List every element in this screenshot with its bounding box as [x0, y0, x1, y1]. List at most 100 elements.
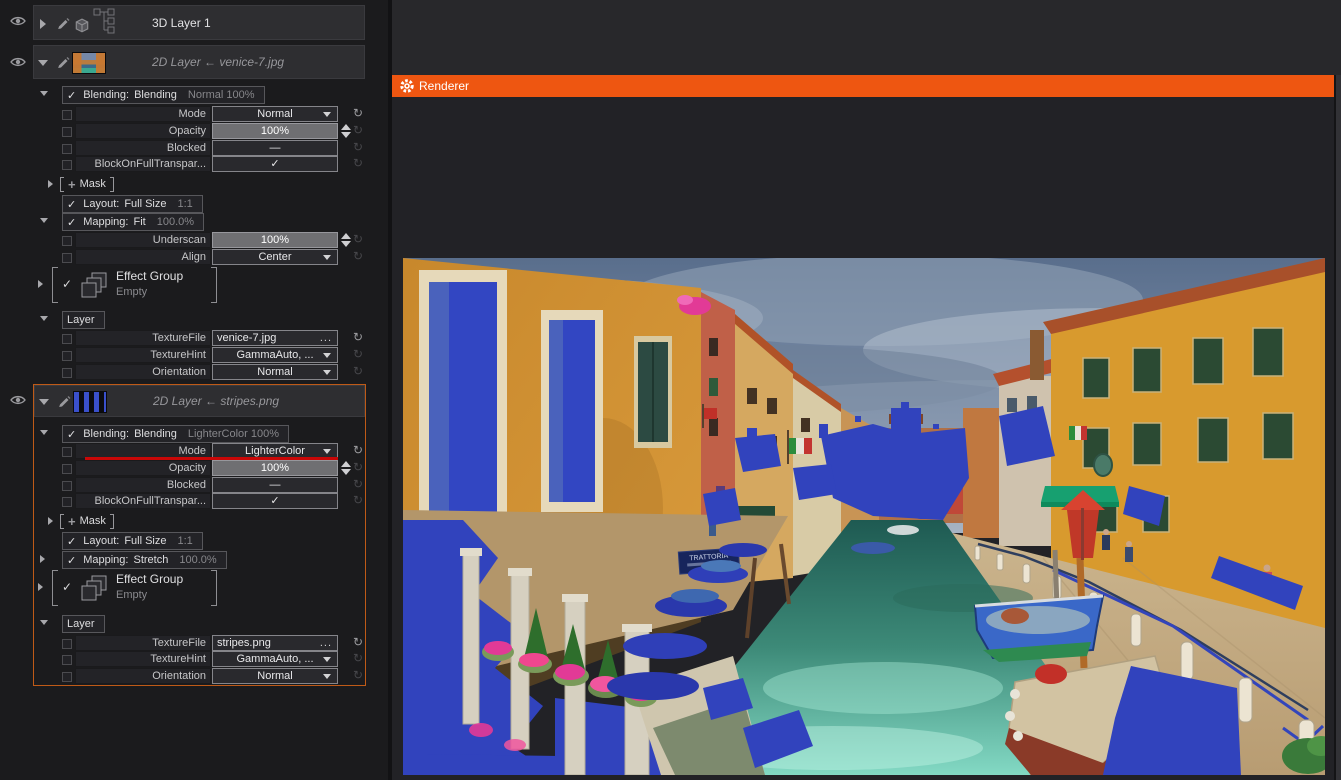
reset-icon[interactable]: ↻	[353, 249, 363, 264]
opacity-input[interactable]: 100%	[212, 460, 338, 476]
value-stepper[interactable]	[341, 461, 351, 475]
chevron-right-icon[interactable]	[40, 555, 45, 563]
blocked-field[interactable]: —	[212, 477, 338, 493]
property-label: BlockOnFullTranspar...	[75, 493, 211, 509]
check-icon[interactable]: ✓	[67, 428, 76, 441]
blending-group-header[interactable]: ✓ Blending: Blending Normal 100%	[62, 86, 265, 104]
layer-section-header[interactable]: Layer	[62, 615, 105, 633]
reset-icon[interactable]: ↻	[353, 477, 363, 492]
animate-checkbox[interactable]	[62, 236, 72, 246]
reset-icon[interactable]: ↻	[353, 443, 363, 458]
layer-header-stripes[interactable]: 2D Layer ← stripes.png	[34, 385, 365, 417]
browse-button[interactable]: ...	[320, 331, 332, 345]
layer-header-3d[interactable]: 3D Layer 1	[33, 5, 365, 40]
reset-icon[interactable]: ↻	[353, 123, 363, 138]
texture-hint-dropdown[interactable]: GammaAuto, ...	[212, 347, 338, 363]
reset-icon[interactable]: ↻	[353, 232, 363, 247]
animate-checkbox[interactable]	[62, 334, 72, 344]
blending-group-header[interactable]: ✓ Blending: Blending LighterColor 100%	[62, 425, 289, 443]
effect-group-block[interactable]: ✓ Effect Group Empty	[52, 267, 217, 303]
mask-row: + Mask	[0, 176, 388, 192]
animate-checkbox[interactable]	[62, 368, 72, 378]
reset-icon[interactable]: ↻	[353, 651, 363, 666]
visibility-eye-icon[interactable]	[10, 15, 26, 27]
align-dropdown[interactable]: Center	[212, 249, 338, 265]
animate-checkbox[interactable]	[62, 144, 72, 154]
chevron-down-icon[interactable]	[40, 430, 48, 435]
animate-checkbox[interactable]	[62, 447, 72, 457]
visibility-eye-icon[interactable]	[10, 394, 26, 406]
layout-group-header[interactable]: ✓ Layout: Full Size 1:1	[62, 532, 203, 550]
check-icon[interactable]: ✓	[67, 198, 76, 211]
check-icon[interactable]: ✓	[67, 89, 76, 102]
check-icon[interactable]: ✓	[67, 554, 76, 567]
block-on-full-checkbox[interactable]: ✓	[212, 156, 338, 172]
layout-group-header[interactable]: ✓ Layout: Full Size 1:1	[62, 195, 203, 213]
reset-icon[interactable]: ↻	[353, 347, 363, 362]
pencil-edit-icon[interactable]	[56, 16, 70, 30]
animate-checkbox[interactable]	[62, 655, 72, 665]
chevron-right-icon[interactable]	[48, 180, 53, 188]
texture-file-input[interactable]: venice-7.jpg...	[212, 330, 338, 346]
pencil-edit-icon[interactable]	[56, 55, 70, 69]
opacity-input[interactable]: 100%	[212, 123, 338, 139]
chevron-right-icon[interactable]	[40, 19, 46, 29]
add-mask-button[interactable]: + Mask	[60, 176, 114, 192]
mode-dropdown[interactable]: Normal	[212, 106, 338, 122]
animate-checkbox[interactable]	[62, 127, 72, 137]
texture-file-input[interactable]: stripes.png...	[212, 635, 338, 651]
add-mask-button[interactable]: + Mask	[60, 513, 114, 529]
layer-header-venice[interactable]: 2D Layer ← venice-7.jpg	[33, 45, 365, 79]
animate-checkbox[interactable]	[62, 253, 72, 263]
value-stepper[interactable]	[341, 233, 351, 247]
visibility-eye-icon[interactable]	[10, 56, 26, 68]
layer-title-venice: 2D Layer ← venice-7.jpg	[152, 55, 284, 69]
layer-section-header[interactable]: Layer	[62, 311, 105, 329]
mapping-group-header[interactable]: ✓ Mapping: Fit 100.0%	[62, 213, 204, 231]
chevron-right-icon[interactable]	[38, 583, 43, 591]
animate-checkbox[interactable]	[62, 160, 72, 170]
check-icon[interactable]: ✓	[62, 580, 72, 594]
mapping-group-header[interactable]: ✓ Mapping: Stretch 100.0%	[62, 551, 227, 569]
blocked-field[interactable]: —	[212, 140, 338, 156]
chevron-down-icon[interactable]	[40, 91, 48, 96]
animate-checkbox[interactable]	[62, 481, 72, 491]
orientation-dropdown[interactable]: Normal	[212, 668, 338, 684]
reset-icon[interactable]: ↻	[353, 330, 363, 345]
chevron-down-icon[interactable]	[40, 218, 48, 223]
texture-hint-dropdown[interactable]: GammaAuto, ...	[212, 651, 338, 667]
block-on-full-checkbox[interactable]: ✓	[212, 493, 338, 509]
reset-icon[interactable]: ↻	[353, 460, 363, 475]
reset-icon[interactable]: ↻	[353, 106, 363, 121]
chevron-down-icon[interactable]	[40, 620, 48, 625]
pencil-edit-icon[interactable]	[57, 394, 71, 408]
reset-icon[interactable]: ↻	[353, 156, 363, 171]
animate-checkbox[interactable]	[62, 639, 72, 649]
reset-icon[interactable]: ↻	[353, 140, 363, 155]
reset-icon[interactable]: ↻	[353, 493, 363, 508]
reset-icon[interactable]: ↻	[353, 668, 363, 683]
reset-icon[interactable]: ↻	[353, 364, 363, 379]
browse-button[interactable]: ...	[320, 636, 332, 650]
chevron-down-icon[interactable]	[40, 316, 48, 321]
chevron-down-icon[interactable]	[38, 60, 48, 66]
animate-checkbox[interactable]	[62, 464, 72, 474]
renderer-titlebar[interactable]: Renderer	[392, 75, 1334, 97]
chevron-right-icon[interactable]	[38, 280, 43, 288]
chevron-right-icon[interactable]	[48, 517, 53, 525]
check-icon[interactable]: ✓	[67, 216, 76, 229]
animate-checkbox[interactable]	[62, 351, 72, 361]
chevron-down-icon[interactable]	[39, 399, 49, 405]
block-on-full-row: BlockOnFullTranspar... ✓ ↻	[0, 156, 388, 172]
value-stepper[interactable]	[341, 124, 351, 138]
effect-group-block[interactable]: ✓ Effect Group Empty	[52, 570, 217, 606]
check-icon[interactable]: ✓	[67, 535, 76, 548]
check-icon[interactable]: ✓	[62, 277, 72, 291]
orientation-dropdown[interactable]: Normal	[212, 364, 338, 380]
underscan-input[interactable]: 100%	[212, 232, 338, 248]
animate-checkbox[interactable]	[62, 497, 72, 507]
renderer-scrollbar[interactable]	[1334, 75, 1341, 780]
animate-checkbox[interactable]	[62, 672, 72, 682]
animate-checkbox[interactable]	[62, 110, 72, 120]
reset-icon[interactable]: ↻	[353, 635, 363, 650]
